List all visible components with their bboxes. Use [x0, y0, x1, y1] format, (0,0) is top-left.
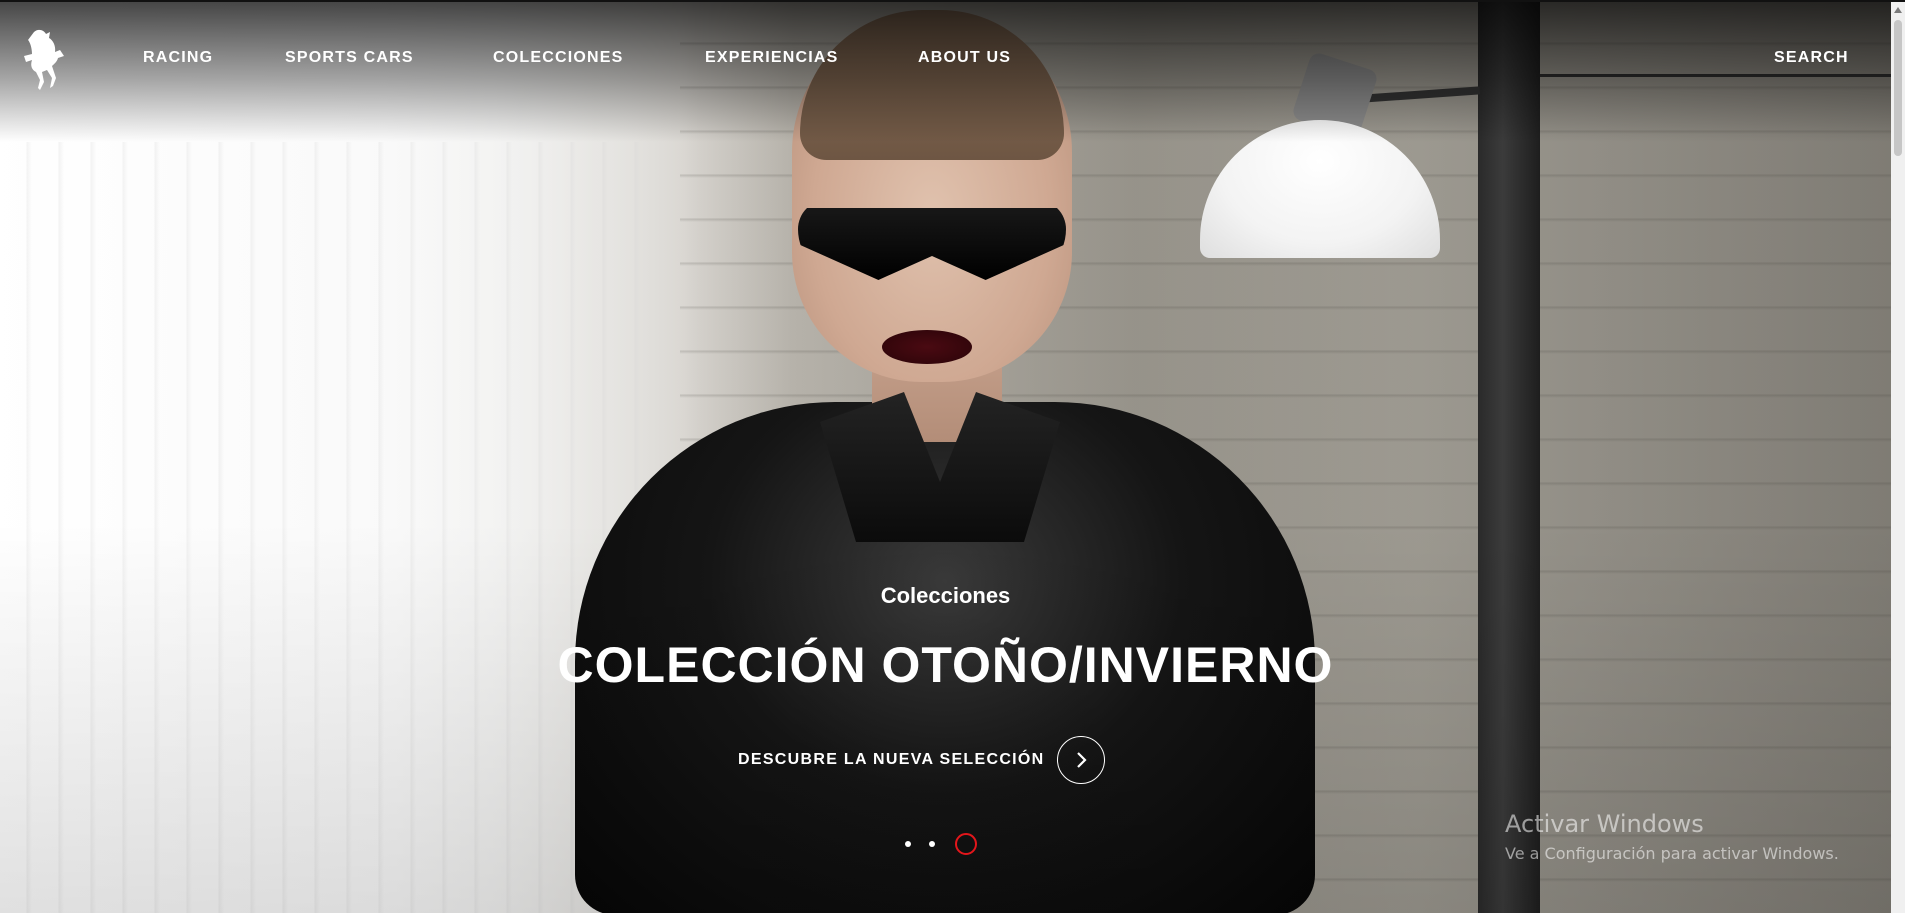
scrollbar-thumb[interactable] [1894, 20, 1902, 156]
carousel-dot-2[interactable] [929, 841, 935, 847]
hero-headline: COLECCIÓN OTOÑO/INVIERNO [557, 637, 1334, 693]
hero-model-lips [882, 330, 972, 364]
navbar-gradient [0, 2, 1891, 142]
carousel-dot-3-active[interactable] [955, 833, 977, 855]
windows-activation-subtitle: Ve a Configuración para activar Windows. [1505, 844, 1839, 863]
windows-activation-title: Activar Windows [1505, 810, 1704, 838]
vertical-scrollbar[interactable] [1891, 2, 1905, 913]
hero-banner: RACING SPORTS CARS COLECCIONES EXPERIENC… [0, 2, 1891, 913]
nav-item-experiencias[interactable]: EXPERIENCIAS [705, 49, 839, 67]
chevron-right-icon[interactable] [1056, 736, 1105, 784]
nav-item-colecciones[interactable]: COLECCIONES [493, 49, 624, 67]
browser-viewport: RACING SPORTS CARS COLECCIONES EXPERIENC… [0, 0, 1905, 913]
carousel-pagination [905, 829, 977, 859]
nav-item-about-us[interactable]: ABOUT US [918, 49, 1011, 67]
scroll-up-arrow-icon[interactable] [1894, 7, 1902, 13]
search-button[interactable]: SEARCH [1774, 49, 1849, 67]
hero-cta-button[interactable]: DESCUBRE LA NUEVA SELECCIÓN [738, 734, 1105, 786]
hero-eyebrow: Colecciones [880, 583, 1011, 608]
carousel-dot-1[interactable] [905, 841, 911, 847]
hero-cta-label: DESCUBRE LA NUEVA SELECCIÓN [738, 751, 1045, 768]
prancing-horse-logo-icon[interactable] [20, 26, 68, 92]
nav-item-racing[interactable]: RACING [143, 49, 213, 67]
nav-item-sports-cars[interactable]: SPORTS CARS [285, 49, 414, 67]
